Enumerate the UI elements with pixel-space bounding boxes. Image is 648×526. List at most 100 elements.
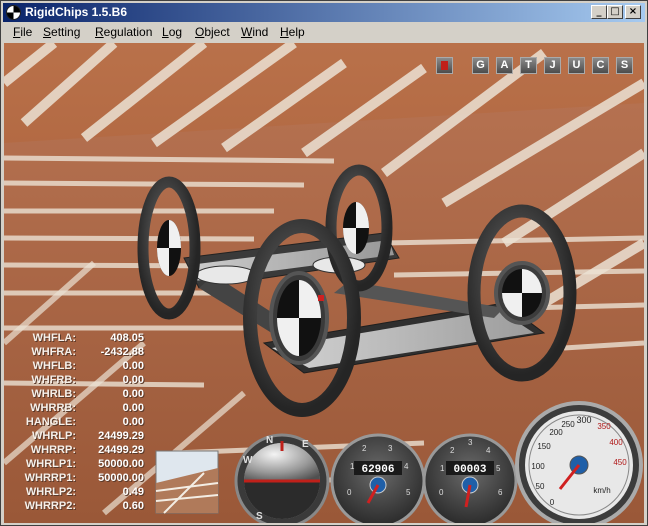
telemetry-row: WHRRB: 0.00 (4, 402, 154, 416)
telemetry-value: 0.00 (122, 416, 144, 428)
menu-mnemonic: W (241, 25, 253, 39)
compass-s: S (256, 511, 263, 522)
speedo-tick-200: 200 (549, 428, 563, 437)
telemetry-label: WHFRB: (31, 374, 76, 386)
menu-log[interactable]: Log (162, 25, 182, 39)
hud-button-g[interactable]: G (472, 57, 489, 74)
telemetry-row: WHRRP2: 0.60 (4, 500, 154, 514)
telemetry-value: 50000.00 (98, 458, 144, 470)
telemetry-row: WHRRP: 24499.29 (4, 444, 154, 458)
telemetry-label: WHRLB: (31, 388, 76, 400)
speedo-tick-0: 0 (550, 498, 555, 507)
tach2-tick-2: 2 (450, 446, 455, 455)
app-window: RigidChips 1.5.B6 _ □ × File Setting Regul… (0, 0, 648, 526)
telemetry-row: WHRRP1: 50000.00 (4, 472, 154, 486)
menu-wind[interactable]: Wind (241, 25, 268, 39)
hud-button-s[interactable]: S (616, 57, 633, 74)
maximize-button[interactable]: □ (607, 5, 623, 19)
title-bar[interactable]: RigidChips 1.5.B6 _ □ × (3, 3, 645, 22)
telemetry-row: WHFLA: 408.05 (4, 332, 154, 346)
telemetry-value: 408.05 (110, 332, 144, 344)
menu-label-rest: egulation (103, 25, 153, 39)
telemetry-row: WHFLB: 0.00 (4, 360, 154, 374)
hud-button-t[interactable]: T (520, 57, 537, 74)
menu-mnemonic: S (43, 25, 52, 39)
3d-viewport[interactable]: W N E S 62906 0 1 2 3 4 5 00003 0 1 2 3 … (4, 43, 644, 523)
hud-button-j[interactable]: J (544, 57, 561, 74)
menu-help[interactable]: Help (280, 25, 305, 39)
telemetry-value: 0.00 (122, 360, 144, 372)
menu-setting[interactable]: Setting (43, 25, 80, 39)
hud-button-a[interactable]: A (496, 57, 513, 74)
minimize-button[interactable]: _ (591, 5, 607, 19)
telemetry-row: WHRLP: 24499.29 (4, 430, 154, 444)
menu-label-rest: bject (204, 25, 230, 39)
window-title: RigidChips 1.5.B6 (25, 5, 128, 19)
telemetry-row: HANGLE: 0.00 (4, 416, 154, 430)
telemetry-label: HANGLE: (25, 416, 76, 428)
app-icon[interactable] (6, 5, 21, 20)
tach2-tick-0: 0 (439, 488, 444, 497)
hud-button-u[interactable]: U (568, 57, 585, 74)
telemetry-row: WHRLB: 0.00 (4, 388, 154, 402)
speedo-tick-450: 450 (613, 458, 627, 467)
hud-button-c[interactable]: C (592, 57, 609, 74)
menu-label-rest: ind (252, 25, 269, 39)
tach1-readout: 62906 (361, 464, 394, 476)
menu-file[interactable]: File (13, 25, 32, 39)
tach1-tick-5: 5 (406, 488, 411, 497)
tach2-tick-6: 6 (498, 488, 503, 497)
tach2-tick-4: 4 (486, 446, 491, 455)
menu-bar: File Setting Regulation Log Object Wind Help (3, 23, 645, 42)
menu-mnemonic: R (95, 25, 104, 39)
telemetry-value: 50000.00 (98, 472, 144, 484)
tach1-tick-2: 2 (362, 444, 367, 453)
speedo-tick-350: 350 (597, 422, 611, 431)
compass-n: N (266, 435, 273, 446)
tach1-tick-0: 0 (347, 488, 352, 497)
compass-e: E (302, 439, 309, 450)
telemetry-value: -2432.88 (100, 346, 144, 358)
speedo-tick-50: 50 (536, 482, 545, 491)
telemetry-label: WHRRP2: (24, 500, 76, 512)
telemetry-value: 0.49 (122, 486, 144, 498)
speedometer: 0 50 100 150 200 250 300 350 400 450 km/… (515, 401, 643, 523)
menu-mnemonic: L (162, 25, 169, 39)
speedo-tick-300: 300 (576, 415, 591, 425)
telemetry-label: WHFLA: (32, 332, 76, 344)
menu-mnemonic: H (280, 25, 289, 39)
tach2-tick-3: 3 (468, 438, 473, 447)
telemetry-value: 24499.29 (98, 430, 144, 442)
tach2-tick-1: 1 (440, 464, 445, 473)
minimap[interactable] (155, 450, 219, 514)
telemetry-label: WHFLB: (32, 360, 76, 372)
telemetry-row: WHFRB: 0.00 (4, 374, 154, 388)
tach1-tick-4: 4 (404, 462, 409, 471)
telemetry-label: WHFRA: (31, 346, 76, 358)
telemetry-label: WHRLP1: (25, 458, 76, 470)
menu-mnemonic: O (195, 25, 205, 39)
telemetry-label: WHRRP: (30, 444, 76, 456)
menu-label-rest: etting (51, 25, 81, 39)
speedo-tick-100: 100 (531, 462, 545, 471)
speedo-tick-400: 400 (609, 438, 623, 447)
telemetry-label: WHRLP: (32, 430, 76, 442)
telemetry-value: 0.00 (122, 402, 144, 414)
tach2-tick-5: 5 (496, 464, 501, 473)
menu-label-rest: og (168, 25, 183, 39)
telemetry-value: 0.60 (122, 500, 144, 512)
telemetry-label: WHRRP1: (24, 472, 76, 484)
speedo-tick-150: 150 (537, 442, 551, 451)
tach-gauge-1: 62906 0 1 2 3 4 5 (330, 433, 426, 523)
compass-gauge: W N E S (234, 433, 330, 523)
close-button[interactable]: × (625, 5, 641, 19)
hud-button-record[interactable] (436, 57, 453, 74)
menu-object[interactable]: Object (195, 25, 230, 39)
tach2-readout: 00003 (453, 464, 486, 476)
telemetry-row: WHFRA: -2432.88 (4, 346, 154, 360)
telemetry-label: WHRRB: (30, 402, 76, 414)
menu-regulation[interactable]: Regulation (95, 25, 152, 39)
telemetry-row: WHRLP1: 50000.00 (4, 458, 154, 472)
tach1-tick-1: 1 (350, 462, 355, 471)
record-icon (441, 61, 448, 70)
